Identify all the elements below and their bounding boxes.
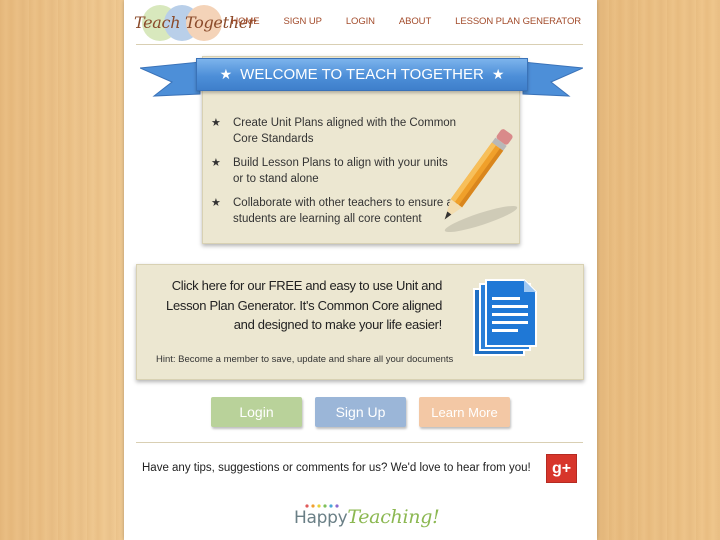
star-icon: ★ [211,197,221,209]
list-item: ★ Build Lesson Plans to align with your … [211,155,461,187]
list-item: ★ Collaborate with other teachers to ens… [211,195,461,227]
generator-cta[interactable]: Click here for our FREE and easy to use … [142,276,442,335]
google-plus-icon[interactable]: g+ [546,454,577,483]
generator-cta-line: and designed to make your life easier! [233,317,443,332]
nav-sign-up[interactable]: SIGN UP [283,16,321,27]
nav-login[interactable]: LOGIN [346,16,375,27]
page-container: Teach Together HOME SIGN UP LOGIN ABOUT … [124,0,597,540]
generator-cta-line: Lesson Plan Generator. It's Common Core … [166,297,442,313]
banner-title: WELCOME TO TEACH TOGETHER [240,66,484,83]
nav-lesson-plan-generator[interactable]: LESSON PLAN GENERATOR [455,16,581,27]
nav-home[interactable]: HOME [231,16,259,27]
feedback-text: Have any tips, suggestions or comments f… [142,462,531,474]
feature-text: Create Unit Plans aligned with the Commo… [233,117,457,145]
learn-more-button[interactable]: Learn More [419,397,510,427]
header-divider [136,44,583,45]
pencil-icon [444,129,518,233]
welcome-banner: ★ WELCOME TO TEACH TOGETHER ★ [140,58,583,97]
footer-divider [136,442,583,443]
login-button[interactable]: Login [211,397,302,427]
star-icon: ★ [211,157,221,169]
document-icon[interactable] [472,279,540,359]
star-icon: ★ [211,117,221,129]
tagline-word: Teaching! [347,506,440,528]
star-icon: ★ [491,66,505,82]
main-nav: HOME SIGN UP LOGIN ABOUT LESSON PLAN GEN… [207,16,581,27]
generator-panel[interactable]: Click here for our FREE and easy to use … [136,264,584,380]
list-item: ★ Create Unit Plans aligned with the Com… [211,115,461,147]
tagline-word: Happy [294,508,348,528]
member-hint: Hint: Become a member to save, update an… [156,354,454,365]
happy-teaching-logo: HappyTeaching! [294,506,440,529]
sign-up-button[interactable]: Sign Up [315,397,406,427]
feature-list: ★ Create Unit Plans aligned with the Com… [211,115,461,235]
generator-cta-line: Click here for our FREE and easy to use … [171,278,443,293]
banner-title-bar: ★ WELCOME TO TEACH TOGETHER ★ [196,58,528,91]
feature-text: Collaborate with other teachers to ensur… [233,197,459,225]
nav-about[interactable]: ABOUT [399,16,431,27]
star-icon: ★ [219,66,233,82]
feature-text: Build Lesson Plans to align with your un… [233,157,448,185]
